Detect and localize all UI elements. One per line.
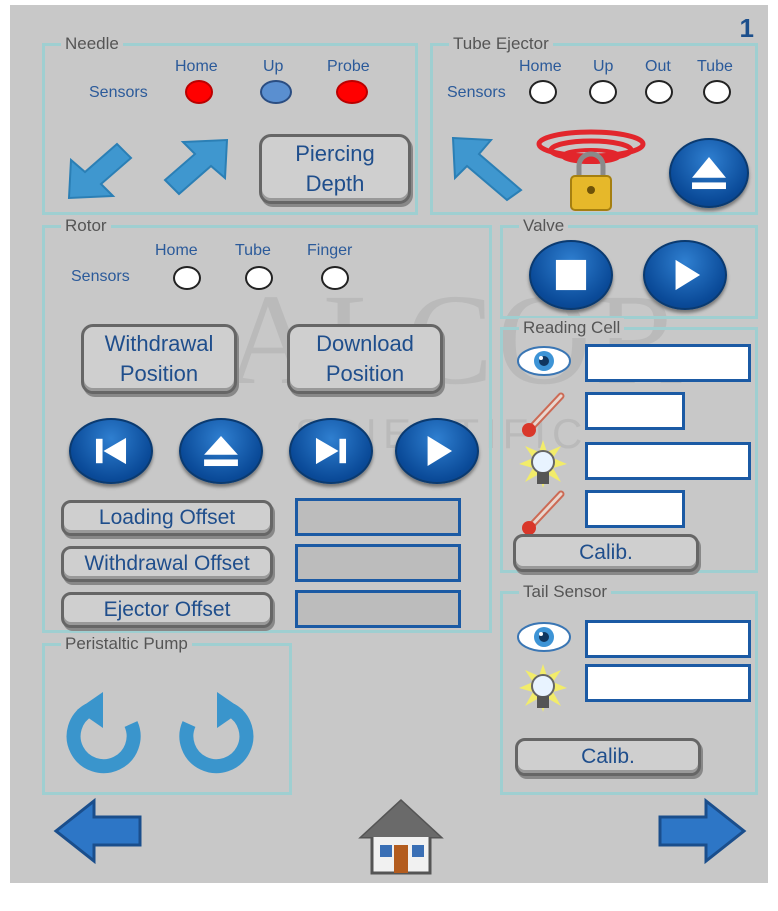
piercing-depth-line1: Piercing [295, 141, 375, 166]
page-number: 1 [739, 13, 754, 43]
tube-ejector-sensor-up-indicator [589, 80, 617, 104]
locked-alarm-icon[interactable] [533, 128, 651, 214]
rotor-group: Rotor Sensors Home Tube Finger Withdrawa… [42, 216, 492, 633]
loading-offset-field[interactable] [295, 498, 461, 536]
tail-sensor-title: Tail Sensor [519, 582, 612, 602]
rotor-sensor-finger-label: Finger [307, 242, 353, 259]
reading-cell-light-field[interactable] [585, 442, 751, 480]
tube-ejector-sensor-out-indicator [645, 80, 673, 104]
tail-sensor-light-field[interactable] [585, 664, 751, 702]
tube-ejector-title: Tube Ejector [449, 34, 553, 54]
download-position-line2: Position [325, 361, 405, 386]
tube-ejector-group: Tube Ejector Sensors Home Up Out Tube [430, 34, 758, 215]
reading-cell-temp-field-1[interactable] [585, 392, 685, 430]
piercing-depth-button[interactable]: Piercing Depth [259, 134, 411, 204]
skip-forward-icon [315, 437, 347, 465]
rotor-sensor-tube-indicator [245, 266, 273, 290]
rotor-eject-button[interactable] [179, 418, 263, 484]
peristaltic-pump-title: Peristaltic Pump [61, 634, 192, 654]
needle-group: Needle Sensors Home Up Probe Piercing De… [42, 34, 418, 215]
withdrawal-position-line2: Position [119, 361, 199, 386]
thermometer-icon [522, 490, 565, 535]
download-position-button[interactable]: Download Position [287, 324, 443, 394]
skip-back-icon [95, 437, 127, 465]
arrow-right-icon[interactable] [656, 797, 748, 865]
tube-ejector-sensor-home-indicator [529, 80, 557, 104]
skip-forward-button[interactable] [289, 418, 373, 484]
needle-sensor-home-label: Home [175, 58, 218, 75]
play-icon [675, 259, 701, 291]
reading-cell-title: Reading Cell [519, 318, 625, 338]
tube-ejector-sensor-home-label: Home [519, 58, 562, 75]
needle-sensors-label: Sensors [89, 84, 148, 101]
rotor-sensor-home-indicator [173, 266, 201, 290]
bulb-icon [519, 664, 567, 712]
rotor-sensor-home-label: Home [155, 242, 198, 259]
arrow-up-right-icon[interactable] [161, 136, 233, 200]
withdrawal-offset-button[interactable]: Withdrawal Offset [61, 546, 273, 582]
home-icon[interactable] [356, 797, 446, 877]
arrow-down-left-icon[interactable] [65, 138, 137, 202]
thermometer-icon [522, 392, 565, 437]
valve-group: Valve [500, 216, 758, 319]
withdrawal-position-button[interactable]: Withdrawal Position [81, 324, 237, 394]
ejector-offset-button[interactable]: Ejector Offset [61, 592, 273, 628]
withdrawal-position-line1: Withdrawal [104, 331, 214, 356]
eject-icon [204, 435, 238, 467]
rotate-cw-icon[interactable] [175, 688, 259, 776]
reading-cell-group: Reading Cell Calib. [500, 318, 758, 573]
piercing-depth-line2: Depth [305, 171, 365, 196]
rotor-sensor-tube-label: Tube [235, 242, 271, 259]
rotor-sensors-label: Sensors [71, 268, 130, 285]
peristaltic-pump-group: Peristaltic Pump [42, 634, 292, 795]
ejector-offset-field[interactable] [295, 590, 461, 628]
download-position-line1: Download [316, 331, 414, 356]
stop-icon [555, 259, 587, 291]
eject-button[interactable] [669, 138, 749, 208]
skip-back-button[interactable] [69, 418, 153, 484]
valve-play-button[interactable] [643, 240, 727, 310]
needle-sensor-probe-label: Probe [327, 58, 370, 75]
valve-stop-button[interactable] [529, 240, 613, 310]
rotor-sensor-finger-indicator [321, 266, 349, 290]
reading-cell-temp-field-2[interactable] [585, 490, 685, 528]
withdrawal-offset-field[interactable] [295, 544, 461, 582]
tail-sensor-group: Tail Sensor Calib. [500, 582, 758, 795]
tube-ejector-sensor-up-label: Up [593, 58, 614, 75]
rotor-play-button[interactable] [395, 418, 479, 484]
needle-sensor-probe-indicator [336, 80, 368, 104]
arrow-left-icon[interactable] [52, 797, 144, 865]
reading-cell-eye-field[interactable] [585, 344, 751, 382]
needle-title: Needle [61, 34, 123, 54]
tail-sensor-calib-button[interactable]: Calib. [515, 738, 701, 776]
play-icon [427, 435, 453, 467]
control-panel: ALCOR SCIENTIFIC 1 Needle Sensors Home U… [10, 5, 768, 883]
rotor-title: Rotor [61, 216, 111, 236]
needle-sensor-up-label: Up [263, 58, 284, 75]
tail-sensor-eye-field[interactable] [585, 620, 751, 658]
eye-icon [517, 346, 571, 376]
rotate-ccw-icon[interactable] [61, 688, 145, 776]
reading-cell-calib-button[interactable]: Calib. [513, 534, 699, 572]
tube-ejector-sensor-tube-label: Tube [697, 58, 733, 75]
eye-icon [517, 622, 571, 652]
needle-sensor-up-indicator [260, 80, 292, 104]
eject-icon [692, 156, 726, 190]
tube-ejector-sensors-label: Sensors [447, 84, 506, 101]
valve-title: Valve [519, 216, 569, 236]
loading-offset-button[interactable]: Loading Offset [61, 500, 273, 536]
tube-ejector-sensor-tube-indicator [703, 80, 731, 104]
arrow-up-left-icon[interactable] [449, 134, 525, 202]
tube-ejector-sensor-out-label: Out [645, 58, 671, 75]
needle-sensor-home-indicator [185, 80, 213, 104]
